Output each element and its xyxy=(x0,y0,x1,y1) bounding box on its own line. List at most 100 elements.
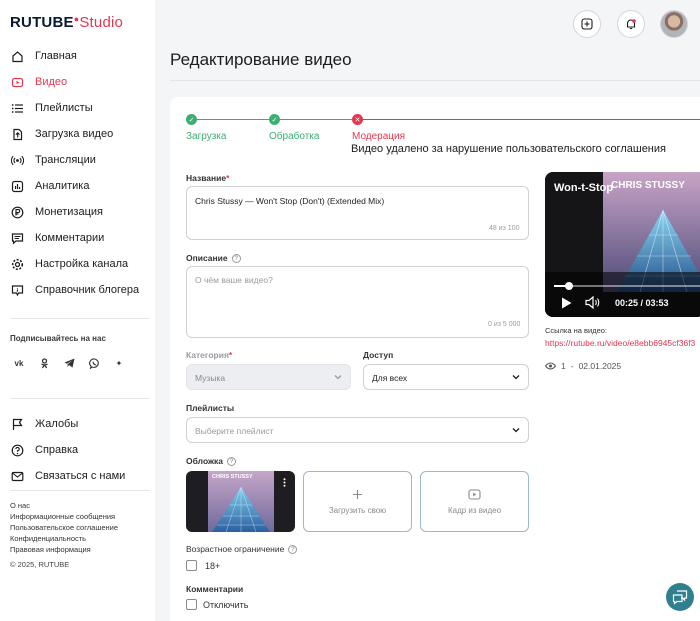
vk-icon[interactable]: vk xyxy=(10,354,28,372)
viber-icon[interactable] xyxy=(85,354,103,372)
category-field-label: Категория* xyxy=(186,350,233,360)
volume-icon[interactable] xyxy=(585,296,601,309)
footer-link-user-agreement[interactable]: Пользовательское соглашение xyxy=(10,522,118,533)
step-connector xyxy=(197,119,269,120)
video-player[interactable]: Won-t-Stop CHRIS STUSSY 00:25 / 03:53 xyxy=(545,172,700,317)
help-icon[interactable]: ? xyxy=(227,457,237,467)
sidebar-item-comments[interactable]: Комментарии xyxy=(10,228,150,248)
plus-icon[interactable]: ✦ xyxy=(110,354,128,372)
sidebar-divider xyxy=(10,490,150,491)
sidebar-item-label: Настройка канала xyxy=(35,258,129,270)
footer-link-legal[interactable]: Правовая информация xyxy=(10,544,118,555)
sidebar-item-analytics[interactable]: Аналитика xyxy=(10,176,150,196)
notifications-button[interactable] xyxy=(617,10,645,38)
player-artist-text: CHRIS STUSSY xyxy=(611,180,685,191)
sidebar-item-monetization[interactable]: Монетизация xyxy=(10,202,150,222)
sidebar-item-channel-settings[interactable]: Настройка канала xyxy=(10,254,150,274)
sidebar-item-label: Аналитика xyxy=(35,180,90,192)
cover-menu-button[interactable] xyxy=(277,475,291,489)
comments-icon xyxy=(10,231,25,246)
sidebar-item-upload[interactable]: Загрузка видео xyxy=(10,124,150,144)
step-processing-label: Обработка xyxy=(269,131,320,142)
sidebar-item-broadcasts[interactable]: Трансляции xyxy=(10,150,150,170)
sidebar-item-complaints[interactable]: Жалобы xyxy=(10,414,150,434)
step-connector xyxy=(363,119,700,120)
chat-icon xyxy=(672,589,688,605)
comments-field-label: Комментарии xyxy=(186,584,244,594)
broadcast-icon xyxy=(10,153,25,168)
category-value: Музыка xyxy=(195,373,226,383)
footer-links: О нас Информационные сообщения Пользоват… xyxy=(10,500,118,555)
subscribe-heading: Подписывайтесь на нас xyxy=(10,334,106,343)
page-title: Редактирование видео xyxy=(170,50,352,69)
player-time: 00:25 / 03:53 xyxy=(615,298,669,308)
logo-main: RUTUBE xyxy=(10,14,74,31)
footer-link-about[interactable]: О нас xyxy=(10,500,118,511)
ok-icon[interactable] xyxy=(35,354,53,372)
title-input-value: Chris Stussy — Won't Stop (Don't) (Exten… xyxy=(195,196,385,206)
help-icon[interactable]: ? xyxy=(288,545,298,555)
logo-dot: ● xyxy=(73,14,80,24)
sidebar-item-label: Связаться с нами xyxy=(35,470,126,482)
sidebar-item-contact[interactable]: Связаться с нами xyxy=(10,466,150,486)
video-link-url[interactable]: https://rutube.ru/video/e8ebb6945cf36f3 xyxy=(545,338,695,348)
video-frame-icon xyxy=(468,488,481,500)
play-icon[interactable] xyxy=(561,297,572,309)
footer-link-privacy[interactable]: Конфиденциальность xyxy=(10,533,118,544)
sidebar-item-label: Монетизация xyxy=(35,206,103,218)
sidebar-item-video[interactable]: Видео xyxy=(10,72,150,92)
player-title: Won-t-Stop xyxy=(554,182,614,194)
disable-comments-checkbox[interactable] xyxy=(186,599,197,610)
cover-thumbnail[interactable]: CHRIS STUSSY xyxy=(186,471,295,532)
sidebar-divider xyxy=(10,318,150,319)
eye-icon xyxy=(545,362,556,370)
title-input[interactable] xyxy=(186,186,529,240)
footer-link-info-messages[interactable]: Информационные сообщения xyxy=(10,511,118,522)
logo-sub: Studio xyxy=(79,14,124,31)
video-link-label: Ссылка на видео: xyxy=(545,326,608,335)
moderation-message: Видео удалено за нарушение пользовательс… xyxy=(351,143,666,155)
playlist-placeholder: Выберите плейлист xyxy=(195,426,274,436)
chevron-down-icon xyxy=(512,428,520,433)
step-upload-label: Загрузка xyxy=(186,131,227,142)
upload-button[interactable] xyxy=(573,10,601,38)
upload-cover-button[interactable]: Загрузить свою xyxy=(303,471,412,532)
home-icon xyxy=(10,49,25,64)
monetization-icon xyxy=(10,205,25,220)
age-checkbox[interactable] xyxy=(186,560,197,571)
age-option-label: 18+ xyxy=(205,561,221,571)
logo[interactable]: RUTUBE●Studio xyxy=(10,14,123,31)
step-moderation-label: Модерация xyxy=(352,131,406,142)
sidebar-item-label: Главная xyxy=(35,50,77,62)
avatar[interactable] xyxy=(660,10,688,38)
telegram-icon[interactable] xyxy=(60,354,78,372)
add-video-icon xyxy=(581,18,593,30)
age-field-label: Возрастное ограничение? xyxy=(186,544,298,555)
sidebar-item-blogger-guide[interactable]: Справочник блогера xyxy=(10,280,150,300)
more-vertical-icon xyxy=(283,477,285,487)
frame-from-video-button[interactable]: Кадр из видео xyxy=(420,471,529,532)
sidebar-item-home[interactable]: Главная xyxy=(10,46,150,66)
copyright: © 2025, RUTUBE xyxy=(10,560,70,569)
cover-thumb-text: CHRIS STUSSY xyxy=(212,474,253,480)
title-counter: 48 из 100 xyxy=(489,225,520,232)
support-chat-button[interactable] xyxy=(666,583,694,611)
upload-cover-label: Загрузить свою xyxy=(328,505,387,515)
playlists-field-label: Плейлисты xyxy=(186,403,235,413)
sidebar-item-label: Справочник блогера xyxy=(35,284,140,296)
sidebar-item-playlists[interactable]: Плейлисты xyxy=(10,98,150,118)
sidebar-item-label: Жалобы xyxy=(35,418,79,430)
sidebar-item-label: Загрузка видео xyxy=(35,128,114,140)
bell-icon xyxy=(626,19,636,30)
player-progress-track[interactable] xyxy=(554,282,700,290)
video-icon xyxy=(10,75,25,90)
help-icon[interactable]: ? xyxy=(231,254,241,264)
stats-separator: - xyxy=(570,361,574,371)
video-stats: 1 - 02.01.2025 xyxy=(545,361,621,371)
flag-icon xyxy=(10,417,25,432)
publish-date: 02.01.2025 xyxy=(578,361,622,371)
access-value: Для всех xyxy=(372,373,408,383)
info-icon xyxy=(10,283,25,298)
settings-icon xyxy=(10,257,25,272)
sidebar-item-help[interactable]: Справка xyxy=(10,440,150,460)
